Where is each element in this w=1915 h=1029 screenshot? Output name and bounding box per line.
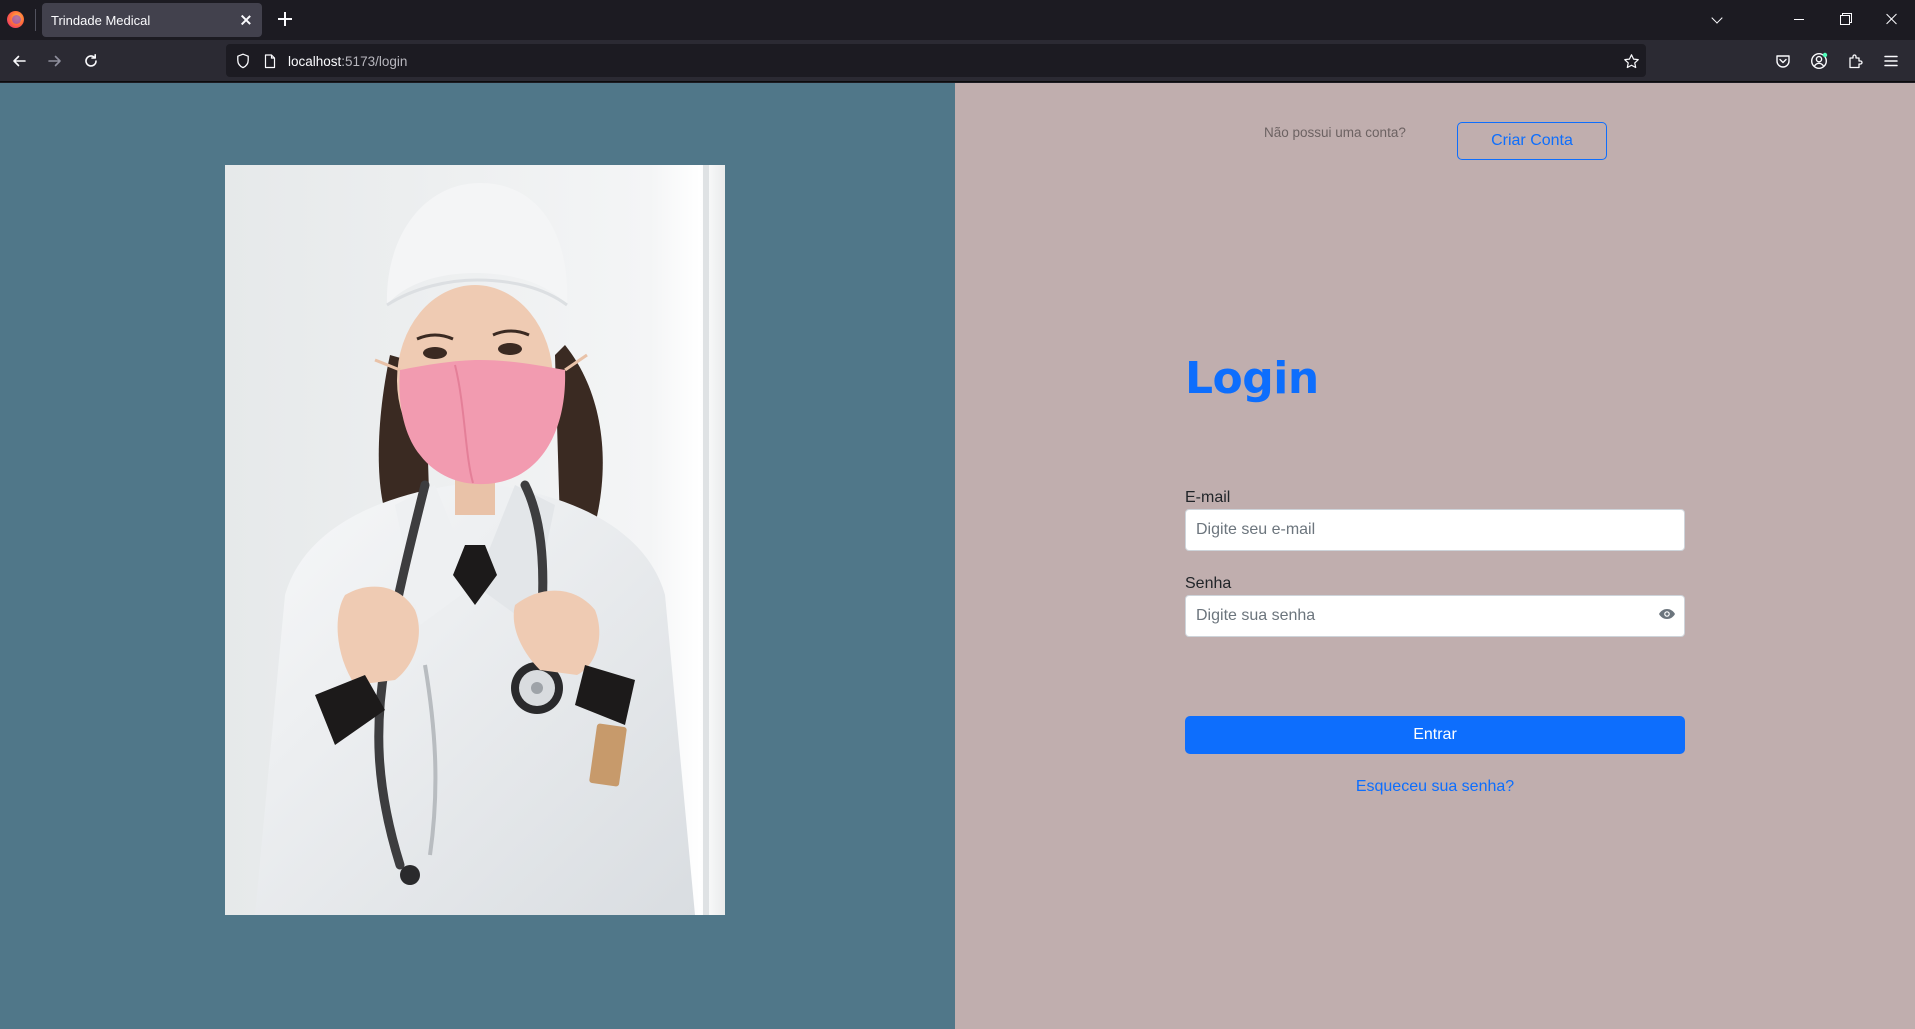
menu-icon[interactable] (1873, 40, 1909, 82)
url-text: localhost:5173/login (288, 54, 407, 69)
list-all-tabs-icon[interactable] (1710, 11, 1726, 27)
login-submit-button[interactable]: Entrar (1185, 716, 1685, 754)
firefox-logo-icon (7, 11, 24, 28)
close-tab-icon[interactable] (238, 12, 254, 28)
browser-tab[interactable]: Trindade Medical (42, 3, 262, 37)
back-icon[interactable] (1, 40, 37, 82)
url-bar[interactable]: localhost:5173/login (226, 44, 1646, 77)
login-panel: Não possui uma conta? Criar Conta Login … (955, 83, 1915, 1029)
forgot-password-link[interactable]: Esqueceu sua senha? (1185, 778, 1685, 796)
page-info-icon[interactable] (262, 52, 278, 70)
doctor-photo (225, 165, 725, 915)
tracking-protection-shield-icon[interactable] (234, 52, 252, 70)
url-host: localhost (288, 54, 342, 69)
restore-window-icon[interactable] (1823, 0, 1867, 38)
show-password-eye-icon[interactable] (1657, 606, 1677, 622)
signup-question: Não possui uma conta? (1264, 125, 1406, 140)
password-label: Senha (1185, 575, 1232, 592)
new-tab-icon[interactable] (277, 11, 293, 27)
email-input[interactable] (1185, 509, 1685, 551)
create-account-button[interactable]: Criar Conta (1457, 122, 1607, 160)
password-input[interactable] (1185, 595, 1685, 637)
tab-title: Trindade Medical (51, 13, 151, 28)
browser-nav-bar: localhost:5173/login (0, 40, 1915, 82)
email-label: E-mail (1185, 489, 1231, 506)
tab-separator (35, 9, 36, 31)
url-path: :5173/login (341, 54, 408, 69)
page-title: Login (1185, 353, 1319, 404)
page-viewport: Não possui uma conta? Criar Conta Login … (0, 83, 1915, 1029)
account-icon[interactable] (1801, 40, 1837, 82)
close-window-icon[interactable] (1869, 0, 1913, 38)
left-panel (0, 83, 955, 1029)
pocket-icon[interactable] (1765, 40, 1801, 82)
bookmark-star-icon[interactable] (1621, 51, 1641, 71)
minimize-window-icon[interactable] (1777, 0, 1821, 38)
browser-tab-bar: Trindade Medical (0, 0, 1915, 40)
extensions-icon[interactable] (1837, 40, 1873, 82)
forward-icon[interactable] (37, 40, 73, 82)
reload-icon[interactable] (73, 40, 109, 82)
